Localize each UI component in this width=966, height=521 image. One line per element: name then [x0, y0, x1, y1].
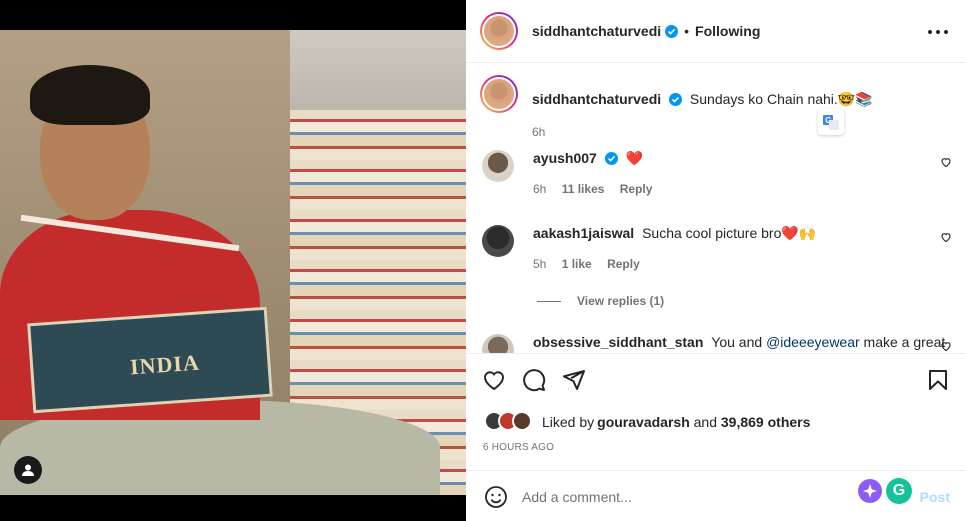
author-avatar[interactable]: [480, 12, 518, 50]
comment-emoji: ❤️: [625, 150, 644, 166]
emoji-icon[interactable]: [484, 485, 508, 509]
author-info: siddhantchaturvedi • Following: [532, 23, 760, 39]
caption-text-line: siddhantchaturvedi Sundays ko Chain nahi…: [532, 91, 873, 108]
user-tag-glyph: [22, 464, 34, 476]
comment-emoji: ❤️🙌: [781, 225, 817, 241]
comment-like-heart-icon[interactable]: [940, 156, 952, 168]
comment-icon[interactable]: [522, 368, 546, 392]
post-details-panel: siddhantchaturvedi • Following siddhantc…: [466, 0, 966, 521]
comment-input[interactable]: [522, 485, 802, 509]
add-comment-bar: G Post: [466, 470, 966, 521]
comment-meta: 6h 11 likes Reply: [533, 182, 664, 196]
comment-text-line: ayush007 ❤️: [533, 150, 643, 167]
comment-likes[interactable]: 1 like: [562, 257, 592, 271]
comment-username[interactable]: obsessive_siddhant_stan: [533, 334, 703, 350]
comment-text: Sucha cool picture bro: [642, 225, 782, 241]
author-username[interactable]: siddhantchaturvedi: [532, 23, 661, 39]
action-icons-row: [482, 368, 602, 392]
post-actions-section: Liked by gouravadarsh and 39,869 others …: [466, 353, 966, 470]
post-timestamp[interactable]: 6 HOURS AGO: [483, 442, 554, 453]
comments-list[interactable]: siddhantchaturvedi Sundays ko Chain nahi…: [466, 63, 966, 353]
caption-emojis: 🤓📚: [837, 91, 873, 107]
caption-text: Sundays ko Chain nahi.: [689, 91, 838, 107]
comment-username[interactable]: ayush007: [533, 150, 597, 166]
grammarly-icon[interactable]: G: [886, 478, 912, 504]
comment-meta: 5h 1 like Reply: [533, 257, 652, 271]
translate-icon[interactable]: G: [818, 109, 844, 135]
photo-book-title: INDIA: [129, 349, 201, 380]
comment-time: 6h: [533, 182, 547, 196]
comment-text-before: You and: [711, 334, 767, 350]
reply-button[interactable]: Reply: [620, 182, 653, 196]
user-tag-icon[interactable]: [14, 456, 42, 484]
comment-text-after: make a great: [859, 334, 946, 350]
photo-hair: [30, 65, 150, 125]
comment-time: 5h: [533, 257, 547, 271]
comment-text-line: aakash1jaiswal Sucha cool picture bro❤️🙌: [533, 225, 816, 242]
comment-like-heart-icon[interactable]: [940, 231, 952, 243]
comment-text-line: obsessive_siddhant_stan You and @ideeeye…: [533, 334, 945, 350]
likes-summary: Liked by gouravadarsh and 39,869 others: [484, 411, 810, 433]
comment-likes[interactable]: 11 likes: [562, 182, 605, 196]
post-button[interactable]: Post: [920, 489, 950, 505]
header-separator: •: [684, 23, 690, 39]
post-media-container: INDIA: [0, 0, 466, 521]
view-replies-button[interactable]: View replies (1): [537, 294, 664, 308]
reply-button[interactable]: Reply: [607, 257, 640, 271]
comment-like-heart-icon[interactable]: [940, 340, 952, 352]
share-icon[interactable]: [562, 368, 586, 392]
comment-avatar[interactable]: [482, 334, 514, 353]
comment-avatar[interactable]: [482, 150, 514, 182]
verified-badge-icon: [604, 152, 618, 165]
view-replies-dash: [537, 300, 561, 302]
likes-others-count[interactable]: 39,869 others: [721, 414, 811, 430]
like-heart-icon[interactable]: [482, 368, 506, 392]
liker-avatars[interactable]: [484, 411, 536, 433]
verified-badge-icon: [665, 24, 679, 38]
comment-mention-link[interactable]: @ideeeyewear: [766, 334, 860, 350]
comment-avatar[interactable]: [482, 225, 514, 257]
comment-username[interactable]: aakash1jaiswal: [533, 225, 634, 241]
more-options-icon[interactable]: [928, 22, 948, 42]
photo-street: [290, 30, 466, 120]
caption-time: 6h: [532, 125, 546, 139]
post-photo[interactable]: INDIA: [0, 30, 466, 495]
post-header: siddhantchaturvedi • Following: [466, 0, 966, 63]
likes-middle: and: [689, 414, 721, 430]
caption-author-avatar[interactable]: [480, 75, 518, 113]
following-button[interactable]: Following: [695, 23, 760, 39]
caption-username[interactable]: siddhantchaturvedi: [532, 91, 661, 107]
view-replies-label: View replies (1): [577, 294, 665, 308]
save-bookmark-icon[interactable]: [926, 368, 950, 392]
ai-sparkle-icon[interactable]: [858, 479, 882, 503]
likes-prefix: Liked by: [542, 414, 595, 430]
first-liker-username[interactable]: gouravadarsh: [597, 414, 690, 430]
verified-badge-icon: [669, 93, 683, 106]
